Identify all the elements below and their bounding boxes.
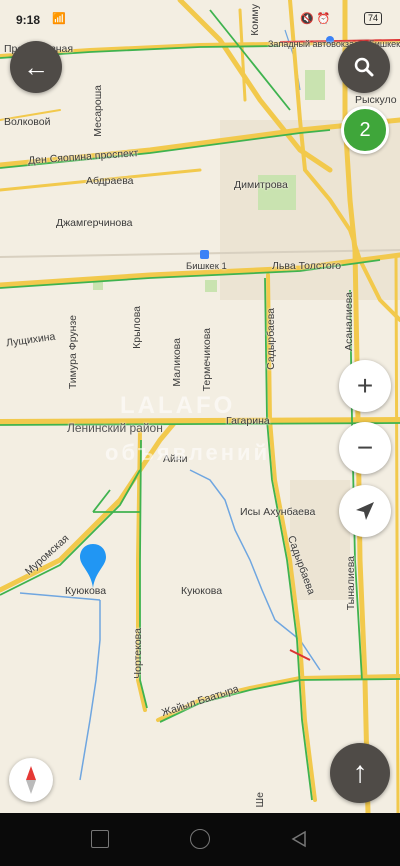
street-label: Асаналиева bbox=[343, 292, 355, 351]
zoom-out-button[interactable]: − bbox=[339, 422, 391, 474]
home-icon[interactable] bbox=[190, 829, 210, 849]
street-label: Месароша bbox=[92, 85, 104, 137]
street-label: Куюкова bbox=[181, 585, 223, 597]
district-label: Ленинский район bbox=[67, 421, 163, 435]
plus-icon: + bbox=[356, 370, 374, 401]
map-canvas[interactable]: Профсоюзная Волковой Месароша Ден Сяопин… bbox=[0, 0, 400, 816]
compass-button[interactable] bbox=[9, 758, 53, 802]
route-arrow-icon: ↑ bbox=[352, 756, 368, 789]
street-label: Термечикова bbox=[201, 328, 213, 392]
street-label: Льва Толстого bbox=[272, 260, 342, 272]
street-label: Тыналиева bbox=[345, 556, 357, 611]
status-icons: 🔇 ⏰ bbox=[300, 13, 331, 25]
back-button[interactable]: ← bbox=[10, 41, 62, 93]
station-label: Бишкек 1 bbox=[186, 261, 227, 272]
watermark-logo: LALAFO bbox=[120, 392, 236, 419]
street-label: Маликова bbox=[171, 338, 183, 387]
navigation-arrow-icon bbox=[356, 502, 374, 520]
street-label: Абдраева bbox=[86, 175, 134, 187]
route-button[interactable]: ↑ bbox=[330, 743, 390, 803]
street-label: Крылова bbox=[131, 306, 143, 349]
my-location-button[interactable] bbox=[339, 485, 391, 537]
recent-apps-icon[interactable] bbox=[91, 830, 109, 848]
watermark-text: объявлений bbox=[105, 440, 271, 465]
minus-icon: − bbox=[356, 432, 374, 463]
search-icon bbox=[354, 57, 374, 77]
street-label: Ше bbox=[254, 792, 266, 808]
street-label: Димитрова bbox=[234, 179, 288, 191]
battery-icon: 74 bbox=[363, 12, 382, 25]
street-label: Рыскуло bbox=[355, 94, 397, 106]
status-time: 9:18 bbox=[16, 13, 41, 27]
location-pin-icon[interactable] bbox=[78, 542, 108, 590]
zoom-in-button[interactable]: + bbox=[339, 360, 391, 412]
system-nav-bar bbox=[0, 813, 400, 866]
signal-icon: 📶 bbox=[52, 13, 66, 25]
back-nav-icon[interactable] bbox=[291, 830, 307, 848]
search-button[interactable] bbox=[338, 41, 390, 93]
street-label: Чортекова bbox=[132, 628, 144, 679]
street-label: Исы Ахунбаева bbox=[240, 506, 316, 518]
results-count-badge[interactable]: 2 bbox=[341, 106, 389, 154]
street-label: Волковой bbox=[4, 116, 51, 128]
back-arrow-icon: ← bbox=[23, 52, 49, 82]
status-bar: 9:18 📶 🔇 ⏰ 74 bbox=[0, 0, 400, 34]
street-label: Тимура Фрунзе bbox=[67, 315, 79, 390]
street-label: Джамгерчинова bbox=[56, 217, 133, 229]
compass-icon bbox=[26, 766, 36, 794]
street-label: Садырбаева bbox=[265, 308, 277, 370]
